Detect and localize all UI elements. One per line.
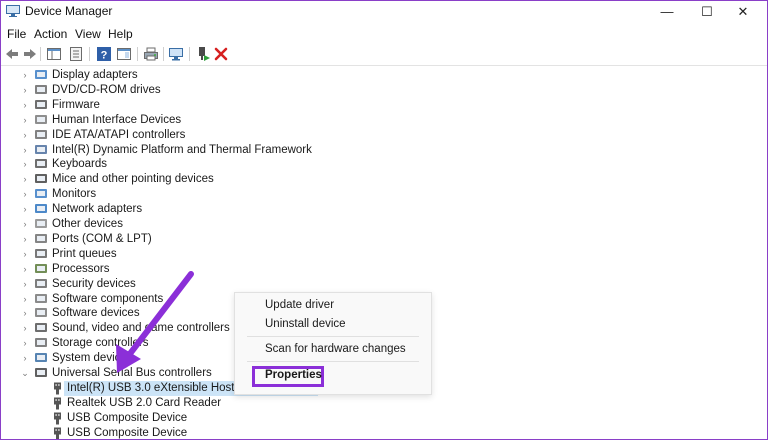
annotation-arrow xyxy=(116,271,194,373)
device-manager-window: Device Manager — ☐ ✕ File Action View He… xyxy=(0,0,768,440)
